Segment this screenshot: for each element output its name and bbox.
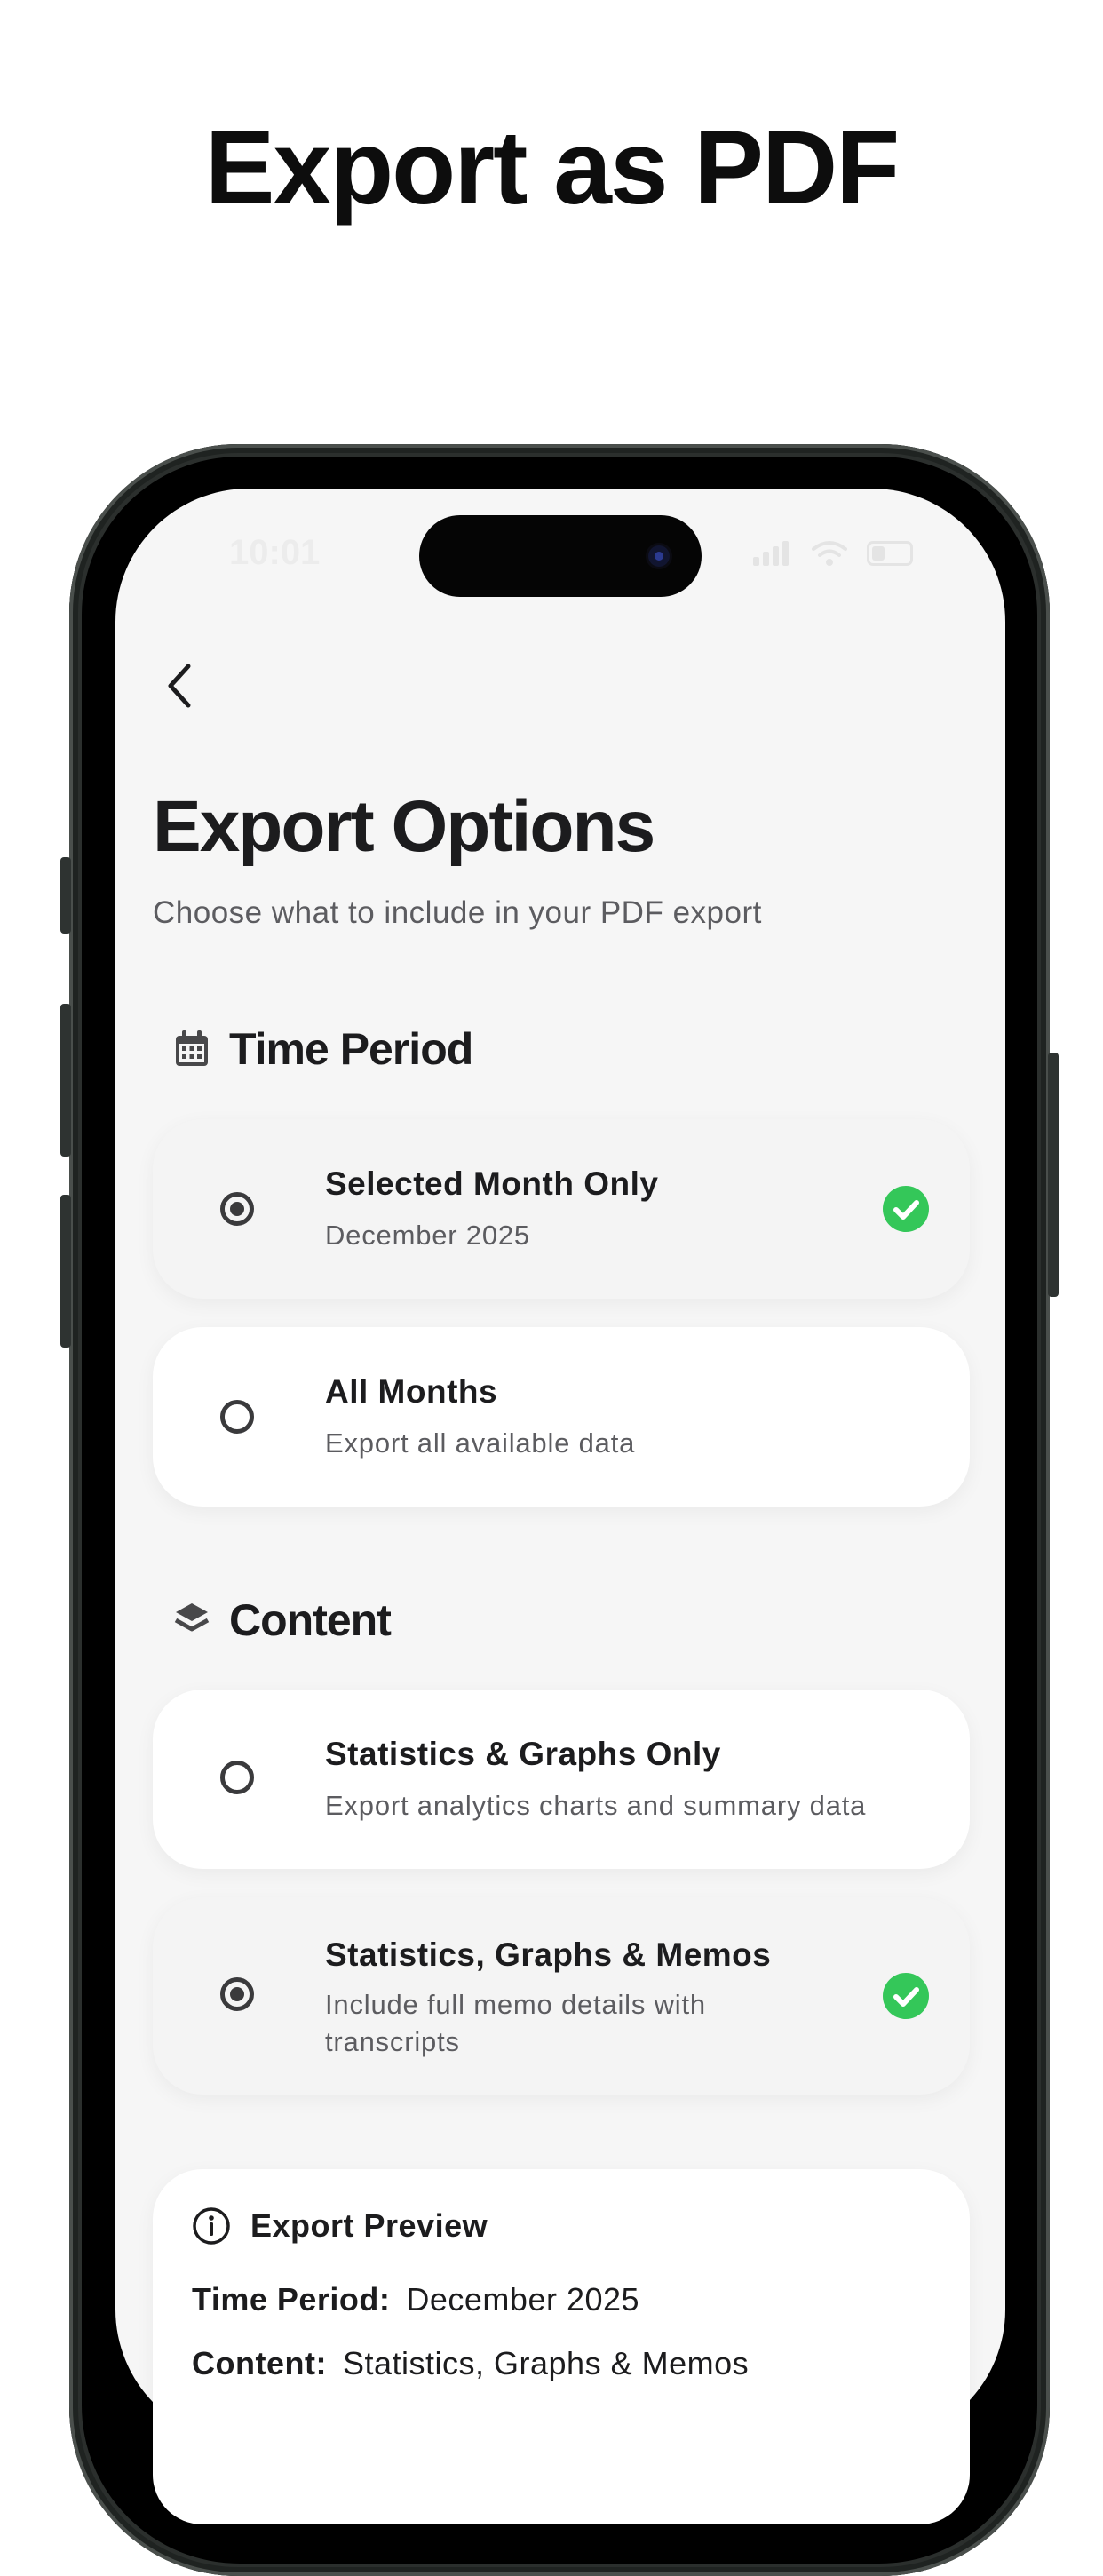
section-time-period: Time Period: [174, 1023, 473, 1075]
layers-icon: [174, 1603, 210, 1632]
preview-content-value: Statistics, Graphs & Memos: [342, 2345, 750, 2381]
volume-down-button: [60, 1195, 71, 1348]
status-icons: [753, 540, 913, 567]
action-button: [60, 857, 71, 934]
preview-content-row: Content: Statistics, Graphs & Memos: [192, 2345, 749, 2382]
back-chevron-icon[interactable]: [160, 659, 199, 712]
info-icon: [193, 2207, 230, 2245]
checkmark-icon: [883, 1186, 929, 1232]
status-time: 10:01: [229, 533, 321, 572]
option-description: Export analytics charts and summary data: [325, 1790, 867, 1821]
export-preview-card: Export Preview Time Period: December 2025…: [153, 2169, 970, 2524]
radio-stats-graphs-memos[interactable]: [220, 1977, 254, 2011]
dynamic-island: [419, 515, 702, 597]
option-description: Export all available data: [325, 1427, 636, 1459]
option-description: Include full memo details with transcrip…: [325, 1989, 706, 2057]
option-title: Statistics, Graphs & Memos: [325, 1936, 772, 1973]
preview-content-key: Content:: [192, 2345, 327, 2381]
page-subtitle: Choose what to include in your PDF expor…: [153, 895, 762, 930]
option-stats-graphs-only[interactable]: Statistics & Graphs Only Export analytic…: [153, 1690, 970, 1869]
option-title: Statistics & Graphs Only: [325, 1736, 721, 1772]
option-title: Selected Month Only: [325, 1165, 659, 1202]
radio-selected-month[interactable]: [220, 1192, 254, 1226]
radio-stats-graphs-only[interactable]: [220, 1761, 254, 1794]
calendar-icon: [176, 1030, 208, 1066]
export-preview-title: Export Preview: [250, 2207, 488, 2244]
wifi-icon: [812, 541, 847, 566]
checkmark-icon: [883, 1973, 929, 2019]
option-description: December 2025: [325, 1220, 530, 1251]
section-content: Content: [174, 1594, 392, 1646]
volume-up-button: [60, 1004, 71, 1157]
radio-all-months[interactable]: [220, 1400, 254, 1434]
promo-headline: Export as PDF: [204, 109, 901, 227]
section-label-content: Content: [229, 1595, 392, 1645]
option-title: All Months: [325, 1373, 498, 1410]
export-preview-header: Export Preview: [192, 2206, 488, 2246]
section-label-time-period: Time Period: [229, 1024, 473, 1074]
power-button: [1048, 1053, 1059, 1297]
preview-time-period-value: December 2025: [406, 2281, 640, 2318]
signal-icon: [753, 541, 792, 566]
battery-icon: [867, 541, 913, 566]
preview-time-period-row: Time Period: December 2025: [192, 2281, 639, 2318]
option-all-months[interactable]: All Months Export all available data: [153, 1327, 970, 1507]
preview-time-period-key: Time Period:: [192, 2281, 391, 2318]
front-camera-icon: [648, 545, 670, 567]
option-selected-month[interactable]: Selected Month Only December 2025: [153, 1119, 970, 1299]
option-stats-graphs-memos[interactable]: Statistics, Graphs & Memos Include full …: [153, 1897, 970, 2095]
page-title: Export Options: [153, 786, 655, 867]
